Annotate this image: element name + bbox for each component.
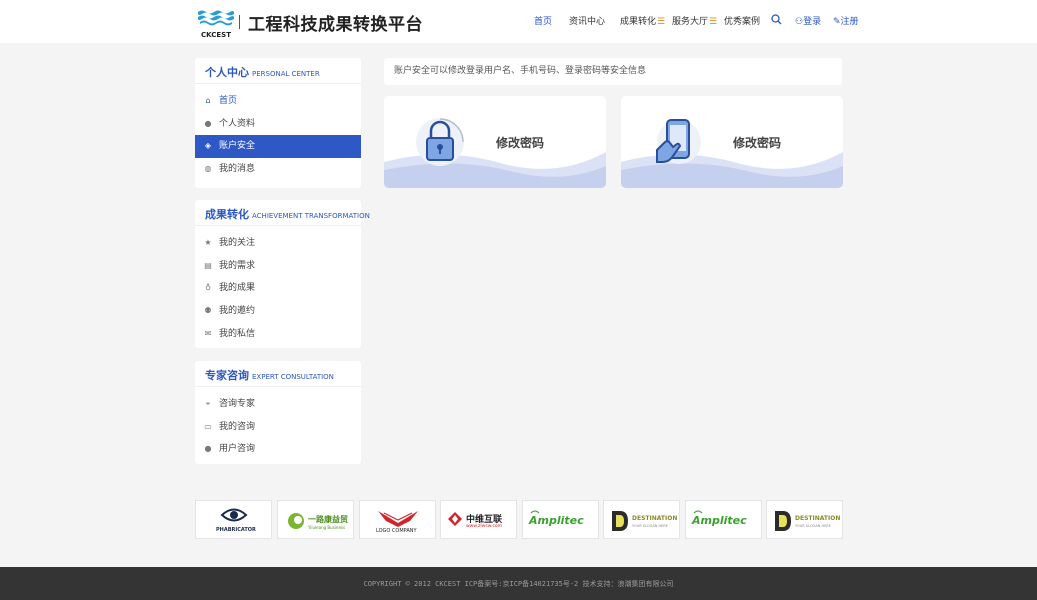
document-icon: ▤ — [204, 260, 212, 270]
sidebar-item-messages[interactable]: ◍ 我的消息 — [195, 158, 361, 181]
partner-logo[interactable]: 一路康益贸 Yiluleang Business — [277, 500, 354, 539]
login-label: 登录 — [803, 17, 822, 27]
login-link[interactable]: ⚇登录 — [795, 14, 821, 27]
user-icon: ● — [204, 118, 212, 128]
sidebar-item-label: 我的关注 — [219, 238, 256, 248]
sidebar-item-label: 我的私信 — [219, 328, 256, 339]
user-icon: ● — [204, 444, 212, 454]
sidebar-item-label: 账户安全 — [219, 141, 256, 152]
chat-icon: ◍ — [204, 164, 212, 174]
sidebar-item-follow[interactable]: ★ 我的关注 — [195, 232, 361, 255]
sidebar-item-label: 咨询专家 — [219, 399, 256, 409]
sidebar-item-label: 我的需求 — [219, 260, 256, 271]
panel-header: 专家咨询 EXPERT CONSULTATION — [195, 361, 361, 387]
mail-icon: ✉ — [204, 328, 212, 338]
eye-icon — [220, 508, 248, 522]
sidebar-item-consult-expert[interactable]: ⌖ 咨询专家 — [195, 393, 361, 416]
partner-logo[interactable]: DESTINATION YOUR SLOGAN HERE — [603, 500, 680, 539]
comment-icon: ▭ — [204, 421, 212, 431]
nav-achievement-label: 成果转化 — [620, 17, 657, 27]
site-title: 工程科技成果转换平台 — [248, 15, 423, 35]
panel-title: 专家咨询 — [205, 369, 249, 382]
change-password-card[interactable]: 修改密码 — [384, 96, 606, 188]
sidebar-item-results[interactable]: ♁ 我的成果 — [195, 277, 361, 300]
sidebar-item-label: 用户咨询 — [219, 444, 256, 455]
sidebar-item-label: 我的成果 — [219, 283, 256, 294]
nav-service[interactable]: 服务大厅☰ — [672, 14, 717, 27]
logo-text: CKCEST — [201, 31, 231, 39]
sidebar-item-demand[interactable]: ▤ 我的需求 — [195, 255, 361, 278]
copyright-text: COPYRIGHT © 2012 CKCEST ICP备案号:京ICP备1402… — [363, 580, 674, 588]
partner-slogan: YOUR SLOGAN HERE — [795, 524, 831, 528]
lock-icon — [416, 118, 464, 166]
nav-cases[interactable]: 优秀案例 — [724, 14, 760, 27]
panel-subtitle: ACHIEVEMENT TRANSFORMATION — [252, 212, 370, 220]
sidebar-item-private-messages[interactable]: ✉ 我的私信 — [195, 323, 361, 346]
partner-name: DESTINATION — [795, 515, 841, 522]
partner-name: 一路康益贸 — [308, 515, 348, 524]
wings-icon — [378, 511, 418, 527]
partner-logo[interactable]: PHABRICATOR — [195, 500, 272, 539]
partner-logo[interactable]: Amplitec — [522, 500, 599, 539]
sidebar-item-label: 个人资料 — [219, 118, 256, 129]
sidebar-item-my-consultation[interactable]: ▭ 我的咨询 — [195, 416, 361, 439]
partner-slogan: Yiluleang Business — [308, 525, 346, 530]
personal-center-panel: 个人中心 PERSONAL CENTER ⌂ 首页 ● 个人资料 ◈ 账户安全 ◍ 我的消… — [195, 58, 361, 188]
partner-name: DESTINATION — [632, 515, 678, 522]
logo-separator — [239, 15, 240, 29]
panel-header: 成果转化 ACHIEVEMENT TRANSFORMATION — [195, 200, 370, 226]
nav-news[interactable]: 资讯中心 — [569, 14, 605, 27]
nav-service-label: 服务大厅 — [672, 17, 709, 27]
achievement-panel: 成果转化 ACHIEVEMENT TRANSFORMATION ★ 我的关注 ▤ 我的… — [195, 200, 370, 348]
header: CKCEST 工程科技成果转换平台 首页 资讯中心 成果转化☰ 服务大厅☰ 优秀… — [0, 0, 1037, 43]
sidebar-item-user-consultation[interactable]: ● 用户咨询 — [195, 438, 361, 461]
pencil-icon: ✎ — [833, 17, 841, 27]
panel-title: 个人中心 — [205, 66, 249, 79]
sidebar-item-label: 首页 — [219, 96, 238, 106]
partner-name: LOGO COMPANY — [376, 528, 417, 534]
star-icon: ★ — [204, 238, 212, 247]
partner-slogan: www.zlwsw.com — [466, 524, 503, 529]
register-label: 注册 — [840, 17, 859, 27]
partner-name: Amplitec — [692, 514, 747, 527]
partner-logo[interactable]: LOGO COMPANY — [359, 500, 436, 539]
footer: COPYRIGHT © 2012 CKCEST ICP备案号:京ICP备1402… — [0, 567, 1037, 600]
change-phone-card[interactable]: 修改密码 — [621, 96, 843, 188]
security-info-bar: 账户安全可以修改登录用户名、手机号码、登录密码等安全信息 — [384, 58, 842, 85]
sidebar-item-label: 我的消息 — [219, 164, 256, 175]
nav-home[interactable]: 首页 — [534, 14, 552, 27]
panel-subtitle: PERSONAL CENTER — [252, 70, 320, 78]
nav-achievement[interactable]: 成果转化☰ — [620, 14, 665, 27]
sidebar-item-label: 我的邀约 — [219, 306, 256, 317]
user-icon: ⚇ — [795, 17, 804, 27]
menu-icon: ☰ — [657, 17, 666, 27]
sidebar-item-home[interactable]: ⌂ 首页 — [195, 90, 361, 113]
shield-icon: ◈ — [204, 141, 212, 151]
panel-subtitle: EXPERT CONSULTATION — [252, 373, 334, 381]
phone-icon — [656, 119, 701, 164]
panel-title: 成果转化 — [205, 208, 249, 221]
search-icon[interactable] — [771, 14, 782, 25]
menu-icon: ☰ — [709, 17, 718, 27]
card-label: 修改密码 — [496, 136, 545, 150]
graduation-cap-icon: ⌖ — [205, 399, 211, 408]
partner-logo[interactable]: DESTINATION YOUR SLOGAN HERE — [766, 500, 843, 539]
card-label: 修改密码 — [733, 136, 782, 150]
sidebar-item-label: 我的咨询 — [219, 421, 256, 432]
expert-consultation-panel: 专家咨询 EXPERT CONSULTATION ⌖ 咨询专家 ▭ 我的咨询 ● 用户咨… — [195, 361, 361, 464]
register-link[interactable]: ✎注册 — [833, 14, 859, 27]
partner-logo[interactable]: 中维互联 www.zlwsw.com — [440, 500, 517, 539]
partner-name: PHABRICATOR — [216, 527, 256, 533]
sidebar-item-profile[interactable]: ● 个人资料 — [195, 113, 361, 136]
partner-logo[interactable]: Amplitec — [685, 500, 762, 539]
home-icon: ⌂ — [205, 96, 211, 105]
lightbulb-icon: ♁ — [205, 283, 211, 293]
partner-name: Amplitec — [529, 514, 584, 527]
panel-header: 个人中心 PERSONAL CENTER — [195, 58, 361, 84]
ckcest-logo[interactable]: CKCEST — [196, 9, 236, 39]
users-icon: ⚉ — [204, 306, 212, 316]
sidebar-item-invitations[interactable]: ⚉ 我的邀约 — [195, 300, 361, 323]
sidebar-item-security[interactable]: ◈ 账户安全 — [195, 135, 361, 159]
partner-slogan: YOUR SLOGAN HERE — [632, 524, 668, 528]
